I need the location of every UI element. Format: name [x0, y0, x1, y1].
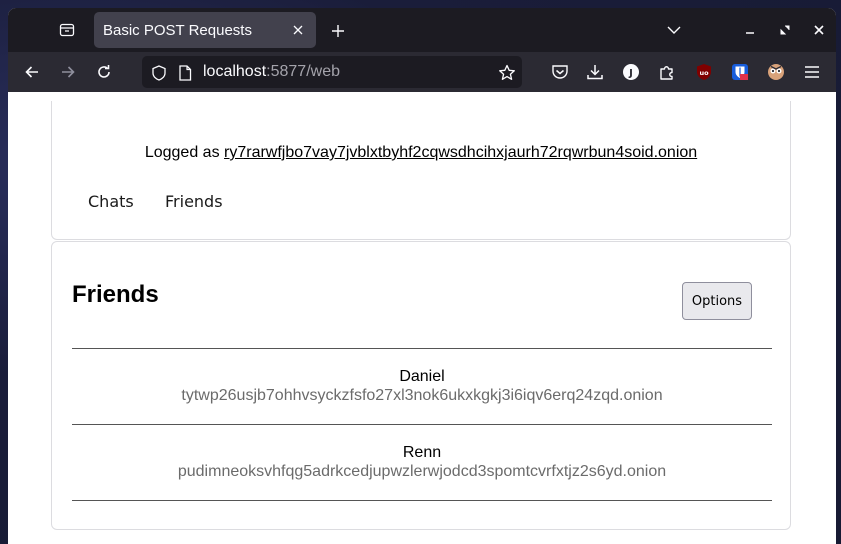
- active-tab[interactable]: Basic POST Requests: [94, 12, 316, 48]
- bitwarden-icon[interactable]: [730, 62, 750, 82]
- browser-window: Basic POST Requests localhost:5877/web J…: [8, 8, 836, 544]
- url-path: :5877/web: [266, 63, 340, 80]
- forward-arrow-icon[interactable]: [55, 60, 81, 84]
- navigation-toolbar: localhost:5877/web J uo: [8, 52, 836, 92]
- shield-icon[interactable]: [150, 64, 168, 82]
- nav-link-chats[interactable]: Chats: [88, 192, 134, 211]
- friend-name: Daniel: [399, 368, 445, 385]
- download-icon[interactable]: [585, 62, 605, 82]
- logged-prefix: Logged as: [144, 144, 225, 161]
- tab-title: Basic POST Requests: [103, 21, 252, 39]
- url-host: localhost: [203, 63, 267, 80]
- nav-link-friends[interactable]: Friends: [165, 192, 223, 211]
- bookmark-star-icon[interactable]: [498, 64, 516, 82]
- divider: [72, 500, 772, 501]
- extensions-icon[interactable]: [657, 62, 677, 82]
- address-bar[interactable]: localhost:5877/web: [142, 56, 522, 88]
- tab-strip: Basic POST Requests: [8, 8, 836, 52]
- hamburger-menu-icon[interactable]: [802, 62, 822, 82]
- account-avatar-icon[interactable]: J: [621, 62, 641, 82]
- privacy-badger-icon[interactable]: [766, 62, 786, 82]
- friend-address: pudimneoksvhfqg5adrkcedjupwzlerwjodcd3sp…: [177, 463, 667, 480]
- back-arrow-icon[interactable]: [19, 60, 45, 84]
- friend-address: tytwp26usjb7ohhvsyckzfsfo27xl3nok6ukxkgk…: [181, 387, 663, 404]
- logged-user-link[interactable]: ry7rarwfjbo7vay7jvblxtbyhf2cqwsdhcihxjau…: [224, 144, 697, 161]
- minimize-icon[interactable]: [740, 20, 760, 40]
- logged-status: Logged as ry7rarwfjbo7vay7jvblxtbyhf2cqw…: [52, 144, 790, 162]
- close-tab-icon[interactable]: [286, 18, 310, 42]
- friend-item[interactable]: Renn pudimneoksvhfqg5adrkcedjupwzlerwjod…: [72, 444, 772, 481]
- page-info-icon[interactable]: [176, 64, 194, 82]
- svg-text:J: J: [628, 68, 633, 79]
- restore-icon[interactable]: [775, 20, 795, 40]
- divider: [72, 424, 772, 425]
- url-text: localhost:5877/web: [203, 63, 340, 81]
- friends-card: Friends Options Daniel tytwp26usjb7ohhvs…: [51, 241, 791, 530]
- svg-text:uo: uo: [699, 69, 709, 77]
- chevron-down-icon[interactable]: [662, 20, 686, 40]
- ublock-origin-icon[interactable]: uo: [694, 62, 714, 82]
- friend-name: Renn: [402, 444, 442, 461]
- pocket-icon[interactable]: [550, 62, 570, 82]
- new-tab-icon[interactable]: [326, 19, 350, 43]
- friend-item[interactable]: Daniel tytwp26usjb7ohhvsyckzfsfo27xl3nok…: [72, 368, 772, 405]
- divider: [72, 348, 772, 349]
- page-content: Logged as ry7rarwfjbo7vay7jvblxtbyhf2cqw…: [8, 92, 836, 544]
- reload-icon[interactable]: [91, 60, 117, 84]
- close-window-icon[interactable]: [809, 20, 829, 40]
- options-button[interactable]: Options: [682, 282, 752, 320]
- firefox-view-icon[interactable]: [55, 20, 79, 40]
- header-card: Logged as ry7rarwfjbo7vay7jvblxtbyhf2cqw…: [51, 101, 791, 240]
- section-title: Friends: [72, 281, 159, 308]
